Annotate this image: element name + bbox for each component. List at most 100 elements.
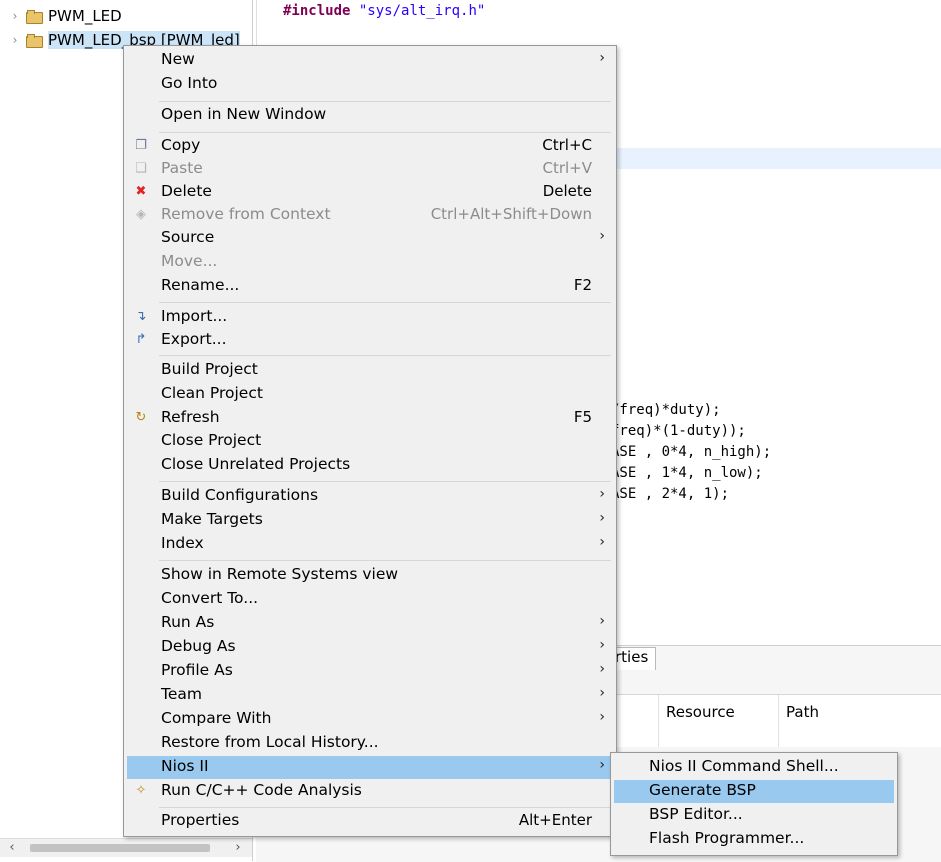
chevron-right-icon[interactable]: ›: [8, 33, 22, 47]
menu-item-label: Show in Remote Systems view: [161, 565, 399, 583]
menu-item-debug-as[interactable]: Debug As ›: [127, 636, 613, 659]
menu-item-profile-as[interactable]: Profile As ›: [127, 660, 613, 683]
submenu-item-flash-programmer[interactable]: Flash Programmer...: [614, 828, 894, 851]
menu-item-label: Debug As: [161, 637, 236, 655]
tree-item-pwm-led[interactable]: › PWM_LED: [8, 5, 122, 27]
menu-item-delete[interactable]: ✖ Delete Delete: [127, 181, 613, 204]
include-line: #include "sys/alt_irq.h": [283, 3, 485, 19]
menu-item-label: Make Targets: [161, 510, 263, 528]
chevron-right-icon[interactable]: ›: [8, 9, 22, 23]
menu-item-label: Compare With: [161, 709, 272, 727]
menu-item-label: Go Into: [161, 74, 218, 92]
menu-item-label: Profile As: [161, 661, 233, 679]
menu-item-run-as[interactable]: Run As ›: [127, 612, 613, 635]
code-line: ASE , 0*4, n_high);: [611, 444, 772, 460]
import-icon: ↴: [135, 309, 147, 324]
menu-item-label: Build Configurations: [161, 486, 319, 504]
export-icon: ↱: [135, 332, 147, 347]
menu-item-label: Source: [161, 228, 215, 246]
menu-item-shortcut: Ctrl+C: [542, 136, 592, 154]
context-menu: New › Go Into Open in New Window ❐ Copy Ctrl+C…: [123, 45, 617, 837]
scrollbar-thumb[interactable]: [30, 844, 210, 852]
menu-item-label: Close Project: [161, 431, 262, 449]
menu-item-show-in-remote-systems-view[interactable]: Show in Remote Systems view: [127, 564, 613, 587]
submenu-item-label: BSP Editor...: [649, 805, 743, 823]
menu-separator: [159, 355, 611, 356]
remove-context-icon: ◈: [136, 207, 146, 222]
submenu-item-generate-bsp[interactable]: Generate BSP: [614, 780, 894, 803]
chevron-right-icon: ›: [599, 486, 605, 502]
menu-item-source[interactable]: Source ›: [127, 227, 613, 250]
menu-item-convert-to[interactable]: Convert To...: [127, 588, 613, 611]
menu-item-export[interactable]: ↱ Export...: [127, 329, 613, 352]
menu-item-import[interactable]: ↴ Import...: [127, 306, 613, 329]
copy-icon: ❐: [135, 138, 147, 153]
menu-item-new[interactable]: New ›: [127, 49, 613, 72]
menu-item-properties[interactable]: Properties Alt+Enter: [127, 810, 613, 833]
include-keyword: #include: [283, 3, 351, 19]
menu-item-team[interactable]: Team ›: [127, 684, 613, 707]
scroll-right-icon[interactable]: ›: [230, 840, 246, 855]
column-header-resource[interactable]: Resource: [666, 703, 735, 721]
submenu-item-nios-ii-command-shell[interactable]: Nios II Command Shell...: [614, 756, 894, 779]
scroll-left-icon[interactable]: ‹: [4, 840, 20, 855]
menu-item-compare-with[interactable]: Compare With ›: [127, 708, 613, 731]
chevron-right-icon: ›: [599, 661, 605, 677]
menu-item-shortcut: F2: [573, 276, 592, 294]
menu-item-label: Refresh: [161, 408, 220, 426]
menu-item-nios-ii[interactable]: Nios II ›: [127, 756, 613, 779]
chevron-right-icon: ›: [599, 757, 605, 773]
column-header-path[interactable]: Path: [786, 703, 819, 721]
chevron-right-icon: ›: [599, 534, 605, 550]
menu-item-build-configurations[interactable]: Build Configurations ›: [127, 485, 613, 508]
menu-item-make-targets[interactable]: Make Targets ›: [127, 509, 613, 532]
menu-item-label: New: [161, 50, 195, 68]
menu-item-paste: ❑ Paste Ctrl+V: [127, 158, 613, 181]
menu-item-label: Open in New Window: [161, 105, 327, 123]
code-line: /freq)*duty);: [611, 402, 721, 418]
tab-properties[interactable]: rties: [612, 647, 656, 670]
horizontal-scrollbar[interactable]: ‹ ›: [0, 838, 252, 857]
submenu-item-label: Nios II Command Shell...: [649, 757, 839, 775]
menu-item-remove-from-context: ◈ Remove from Context Ctrl+Alt+Shift+Down: [127, 204, 613, 227]
column-divider[interactable]: [658, 695, 659, 747]
menu-item-label: Properties: [161, 811, 240, 829]
menu-item-refresh[interactable]: ↻ Refresh F5: [127, 407, 613, 430]
menu-separator: [159, 101, 611, 102]
menu-item-shortcut: F5: [573, 408, 592, 426]
menu-item-shortcut: Alt+Enter: [518, 811, 592, 829]
chevron-right-icon: ›: [599, 50, 605, 66]
menu-item-copy[interactable]: ❐ Copy Ctrl+C: [127, 135, 613, 158]
menu-item-label: Restore from Local History...: [161, 733, 379, 751]
menu-item-shortcut: Ctrl+V: [542, 159, 592, 177]
project-folder-icon: [26, 33, 43, 48]
menu-item-label: Rename...: [161, 276, 240, 294]
menu-separator: [159, 302, 611, 303]
menu-item-shortcut: Delete: [542, 182, 592, 200]
menu-item-rename[interactable]: Rename... F2: [127, 275, 613, 298]
menu-item-go-into[interactable]: Go Into: [127, 73, 613, 96]
menu-item-label: Export...: [161, 330, 227, 348]
menu-item-run-c-c-code-analysis[interactable]: ✧ Run C/C++ Code Analysis: [127, 780, 613, 803]
menu-item-build-project[interactable]: Build Project: [127, 359, 613, 382]
menu-separator: [159, 481, 611, 482]
submenu-item-bsp-editor[interactable]: BSP Editor...: [614, 804, 894, 827]
current-line-highlight: [614, 148, 941, 169]
menu-item-clean-project[interactable]: Clean Project: [127, 383, 613, 406]
menu-separator: [159, 807, 611, 808]
menu-item-open-in-new-window[interactable]: Open in New Window: [127, 104, 613, 127]
menu-item-close-project[interactable]: Close Project: [127, 430, 613, 453]
column-divider[interactable]: [778, 695, 779, 747]
menu-separator: [159, 132, 611, 133]
menu-item-restore-from-local-history[interactable]: Restore from Local History...: [127, 732, 613, 755]
menu-item-label: Convert To...: [161, 589, 259, 607]
menu-item-index[interactable]: Index ›: [127, 533, 613, 556]
chevron-right-icon: ›: [599, 685, 605, 701]
tree-item-label: PWM_LED: [48, 7, 122, 25]
chevron-right-icon: ›: [599, 613, 605, 629]
menu-item-label: Team: [161, 685, 202, 703]
submenu-item-label: Generate BSP: [649, 781, 756, 799]
menu-item-label: Run C/C++ Code Analysis: [161, 781, 362, 799]
submenu-item-label: Flash Programmer...: [649, 829, 805, 847]
menu-item-close-unrelated-projects[interactable]: Close Unrelated Projects: [127, 454, 613, 477]
